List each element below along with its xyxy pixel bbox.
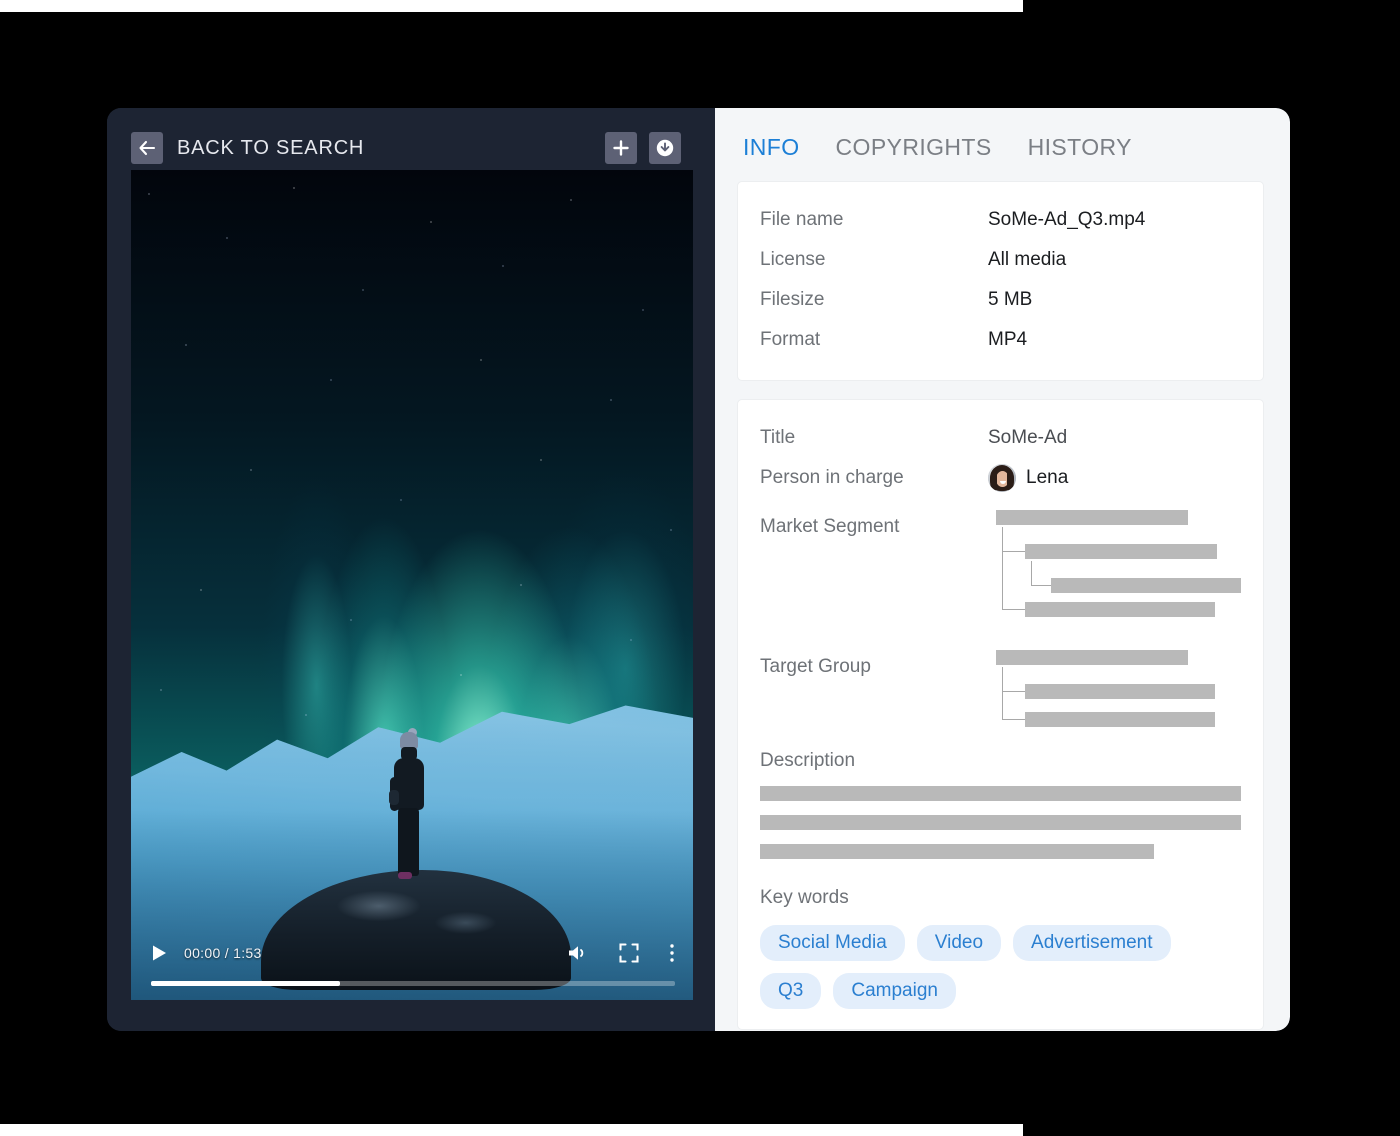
video-progress-filled (151, 981, 340, 986)
description-bar-3 (760, 844, 1155, 859)
video-player[interactable]: 00:00 / 1:53 (131, 170, 693, 1000)
format-label: Format (760, 329, 821, 350)
tg-bar-root (996, 650, 1188, 665)
person-silhouette (389, 728, 429, 882)
tree-bar-child-2 (1051, 578, 1241, 593)
person-in-charge-row: Person in charge Lena (760, 458, 1241, 498)
download-button[interactable] (649, 132, 681, 164)
add-to-collection-button[interactable] (605, 132, 637, 164)
frame-notch-top (0, 0, 1023, 12)
download-circle-icon (655, 138, 675, 158)
target-group-label: Target Group (760, 656, 871, 677)
video-progress-bar[interactable] (151, 981, 675, 986)
info-pane: INFO COPYRIGHTS HISTORY File name SoMe-A… (715, 108, 1290, 1031)
video-controls-row: 00:00 / 1:53 (151, 940, 675, 966)
file-name-label: File name (760, 209, 844, 230)
back-to-search-label: BACK TO SEARCH (177, 136, 365, 159)
title-row: Title SoMe-Ad (760, 418, 1241, 458)
video-controls-overlay: 00:00 / 1:53 (131, 920, 693, 1000)
tab-history[interactable]: HISTORY (1028, 134, 1132, 161)
license-value: All media (988, 249, 1067, 270)
plus-icon (612, 139, 630, 157)
target-group-tree (988, 650, 1241, 730)
keyword-chip[interactable]: Q3 (760, 973, 822, 1009)
media-preview-pane: BACK TO SEARCH 00:00 / 1:53 (107, 108, 715, 1031)
file-info-card: File name SoMe-Ad_Q3.mp4 License All med… (737, 181, 1264, 381)
arrow-left-icon (138, 140, 156, 156)
kebab-menu-icon[interactable] (669, 943, 675, 963)
title-label: Title (760, 427, 796, 448)
asset-detail-window: BACK TO SEARCH 00:00 / 1:53 INFO COPYRIG… (107, 108, 1290, 1031)
target-group-row: Target Group (760, 650, 1241, 730)
license-label: License (760, 249, 826, 270)
keyword-chip[interactable]: Advertisement (1013, 925, 1171, 961)
market-segment-tree (988, 510, 1241, 618)
tree-bar-child-1 (1025, 544, 1217, 559)
frame-notch-bottom (0, 1124, 1023, 1136)
market-segment-row: Market Segment (760, 510, 1241, 618)
back-to-search-button[interactable] (131, 132, 163, 164)
filesize-value: 5 MB (988, 289, 1033, 310)
volume-icon[interactable] (567, 944, 589, 962)
description-bar-2 (760, 815, 1241, 830)
screenshot-stage: BACK TO SEARCH 00:00 / 1:53 INFO COPYRIG… (0, 0, 1400, 1136)
title-value: SoMe-Ad (988, 427, 1068, 448)
keywords-section: Key words Social Media Video Advertiseme… (760, 887, 1241, 1009)
media-toolbar-actions (605, 132, 681, 164)
video-time-display: 00:00 / 1:53 (184, 945, 262, 961)
person-in-charge-value: Lena (988, 458, 1068, 498)
tab-bar: INFO COPYRIGHTS HISTORY (737, 130, 1264, 181)
keyword-chip[interactable]: Video (916, 925, 1002, 961)
description-bar-1 (760, 786, 1241, 801)
description-label: Description (760, 750, 856, 771)
market-segment-label: Market Segment (760, 516, 900, 537)
filesize-row: Filesize 5 MB (760, 280, 1241, 320)
avatar (988, 464, 1016, 492)
fullscreen-icon[interactable] (619, 943, 639, 963)
tree-bar-child-3 (1025, 602, 1215, 617)
tg-bar-child-1 (1025, 684, 1215, 699)
file-name-row: File name SoMe-Ad_Q3.mp4 (760, 200, 1241, 240)
keywords-label: Key words (760, 887, 849, 908)
keyword-chip[interactable]: Campaign (833, 973, 956, 1009)
format-value: MP4 (988, 329, 1028, 350)
license-row: License All media (760, 240, 1241, 280)
person-in-charge-label: Person in charge (760, 467, 904, 488)
tab-info[interactable]: INFO (743, 134, 800, 161)
file-name-value: SoMe-Ad_Q3.mp4 (988, 209, 1146, 230)
tree-bar-root (996, 510, 1188, 525)
tg-bar-child-2 (1025, 712, 1215, 727)
tab-copyrights[interactable]: COPYRIGHTS (836, 134, 992, 161)
metadata-card: Title SoMe-Ad Person in charge Lena Mark… (737, 399, 1264, 1030)
media-toolbar: BACK TO SEARCH (131, 126, 695, 170)
filesize-label: Filesize (760, 289, 825, 310)
description-section: Description (760, 750, 1241, 859)
person-in-charge-name: Lena (1026, 467, 1069, 488)
keyword-chip[interactable]: Social Media (760, 925, 905, 961)
keywords-list: Social Media Video Advertisement Q3 Camp… (760, 925, 1241, 1009)
format-row: Format MP4 (760, 320, 1241, 360)
play-icon[interactable] (151, 944, 168, 962)
